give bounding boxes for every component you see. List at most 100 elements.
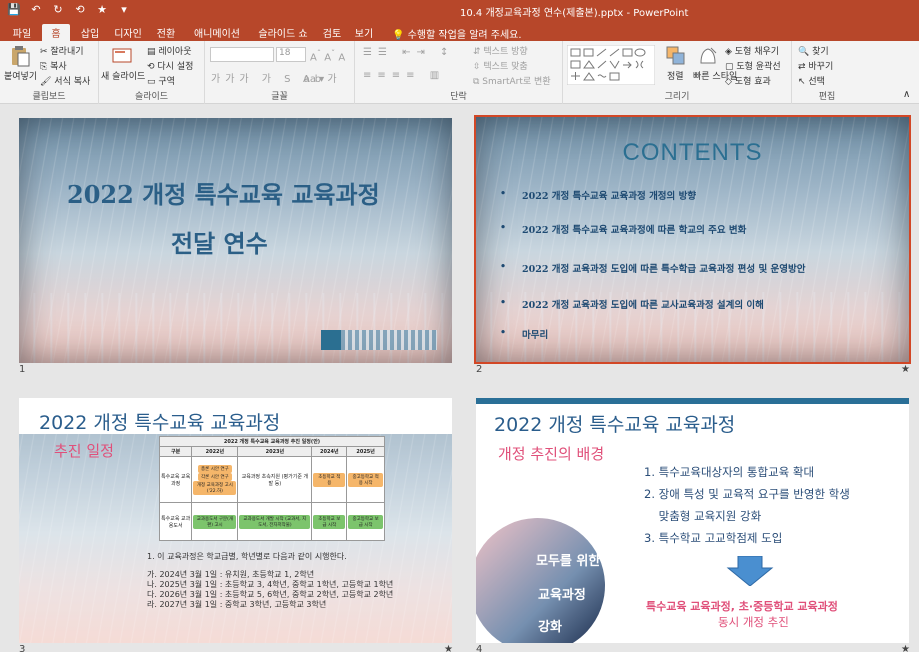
- implementation-notes: 1. 이 교육과정은 학교급별, 학년별로 다음과 같이 시행한다. 가. 20…: [147, 552, 393, 610]
- quick-styles-icon[interactable]: [697, 45, 719, 67]
- tab-file[interactable]: 파일: [8, 24, 36, 41]
- arrange-button[interactable]: 정렬: [667, 69, 684, 82]
- down-arrow-icon: [726, 556, 774, 586]
- shape-effects-button[interactable]: ◇ 도형 효과: [725, 74, 771, 87]
- list-icons[interactable]: ☰☰ ⇤⇥ ↕: [363, 47, 454, 58]
- paste-icon[interactable]: [9, 45, 31, 67]
- table-cell: 교과용도서 개발 시작 (교과서, 지도서, 전자저작물): [237, 502, 313, 541]
- cell-item: 초등학교 보급 시작: [313, 514, 346, 529]
- customize-qat-icon[interactable]: ▾: [116, 3, 132, 16]
- contents-item: 2022 개정 특수교육 교육과정에 따른 학교의 주요 변화: [500, 222, 746, 236]
- layout-button[interactable]: ▤ 레이아웃: [147, 44, 192, 57]
- slide-thumbnail-4[interactable]: 2022 개정 특수교육 교육과정 개정 추진의 배경 모두를 위한 교육과정 …: [476, 398, 909, 643]
- start-from-beginning-icon[interactable]: ⟲: [72, 3, 88, 16]
- smartart-button[interactable]: ⧉ SmartArt로 변환: [473, 74, 551, 87]
- shape-fill-button[interactable]: ◈ 도형 채우기: [725, 44, 779, 57]
- cut-button[interactable]: ✂ 잘라내기: [40, 44, 84, 57]
- find-button[interactable]: 🔍 찾기: [798, 44, 829, 57]
- redo-icon[interactable]: ↻: [50, 3, 66, 16]
- drawing-label: 그리기: [664, 92, 690, 102]
- slide-sorter: 2022 개정 특수교육 교육과정 전달 연수 1 CONTENTS 2022 …: [0, 105, 919, 652]
- note-line: 다. 2026년 3월 1일 : 초등학교 5, 6학년, 중학교 2학년, 고…: [147, 590, 394, 599]
- font-label: 글꼴: [271, 92, 288, 102]
- blurred-logo: [341, 330, 437, 350]
- collapse-ribbon-icon[interactable]: ∧: [903, 89, 910, 100]
- save-icon[interactable]: 💾: [6, 3, 22, 16]
- contents-item: 2022 개정 특수교육 교육과정 개정의 방향: [500, 188, 696, 202]
- group-drawing: 정렬 빠른 스타일 ◈ 도형 채우기 ▢ 도형 윤곽선 ◇ 도형 효과 그리기: [563, 41, 792, 104]
- quick-access-toolbar: 💾 ↶ ↻ ⟲ ★ ▾: [6, 3, 132, 16]
- title-bar: 💾 ↶ ↻ ⟲ ★ ▾ 10.4 개정교육과정 연수(제출본).pptx - P…: [0, 0, 919, 22]
- font-name-select[interactable]: [210, 47, 274, 62]
- tab-animations[interactable]: 애니메이션: [188, 24, 246, 41]
- shape-outline-button[interactable]: ▢ 도형 윤곽선: [725, 59, 781, 72]
- note-line: 가. 2024년 3월 1일 : 유치원, 초등학교 1, 2학년: [147, 570, 315, 579]
- section-button[interactable]: ▭ 구역: [147, 74, 175, 87]
- top-accent-bar: [476, 398, 909, 404]
- cell-item: 각론 시안 연구: [198, 472, 232, 481]
- contents-item: 2022 개정 교육과정 도입에 따른 특수학급 교육과정 편성 및 운영방안: [500, 261, 805, 275]
- slide-number-3: 3: [19, 644, 26, 652]
- note-line: 나. 2025년 3월 1일 : 초등학교 3, 4학년, 중학교 1학년, 고…: [147, 580, 394, 589]
- align-icons[interactable]: ≡≡≡≡ ▥: [363, 70, 445, 81]
- text-direction-button[interactable]: ⇵ 텍스트 방향: [473, 44, 528, 57]
- slide1-title-line2: 전달 연수: [171, 229, 268, 258]
- tab-review[interactable]: 검토: [318, 24, 346, 41]
- group-clipboard: 붙여넣기 ✂ 잘라내기 ⎘ 복사 🖌 서식 복사 클립보드: [0, 41, 99, 104]
- favorite-icon[interactable]: ★: [94, 3, 110, 16]
- slide-number-2: 2: [476, 364, 483, 375]
- slide-thumbnail-2[interactable]: CONTENTS 2022 개정 특수교육 교육과정 개정의 방향 2022 개…: [474, 115, 911, 364]
- select-button[interactable]: ↖ 선택: [798, 74, 825, 87]
- slide-thumbnail-1[interactable]: 2022 개정 특수교육 교육과정 전달 연수: [19, 118, 452, 363]
- slides-label: 슬라이드: [134, 92, 169, 102]
- undo-icon[interactable]: ↶: [28, 3, 44, 16]
- font-color-icons[interactable]: Aa ▾ 가: [303, 70, 337, 85]
- align-text-button[interactable]: ⇳ 텍스트 맞춤: [473, 59, 528, 72]
- table-cell: 총론 시안 연구 각론 시안 연구 개정 교육과정 고시('22.하): [191, 456, 239, 503]
- tab-insert[interactable]: 삽입: [76, 24, 104, 41]
- note-line: 1. 이 교육과정은 학교급별, 학년별로 다음과 같이 시행한다.: [147, 552, 347, 561]
- replace-button[interactable]: ⇄ 바꾸기: [798, 59, 833, 72]
- slide4-title: 2022 개정 특수교육 교육과정: [494, 414, 736, 436]
- table-cell: 중고등학교 적용 시작: [346, 456, 385, 503]
- arrange-icon[interactable]: [665, 45, 687, 67]
- cell-item: 총론 시안 연구: [198, 464, 232, 473]
- table-header: 2022년: [191, 446, 239, 457]
- table-header: 2025년: [346, 446, 385, 457]
- paste-button[interactable]: 붙여넣기: [4, 69, 37, 82]
- contents-heading: CONTENTS: [622, 139, 763, 166]
- ribbon-home: 붙여넣기 ✂ 잘라내기 ⎘ 복사 🖌 서식 복사 클립보드 새 슬라이드 ▤ 레…: [0, 41, 919, 104]
- tab-slideshow[interactable]: 슬라이드 쇼: [252, 24, 314, 41]
- tab-transitions[interactable]: 전환: [152, 24, 180, 41]
- transition-star-icon: ★: [444, 644, 453, 652]
- tell-me-box[interactable]: 💡 수행할 작업을 알려 주세요.: [392, 26, 522, 41]
- schedule-table: 2022 개정 특수교육 교육과정 추진 일정(안) 구분 2022년 2023…: [158, 436, 385, 541]
- slide3-subtitle: 추진 일정: [54, 442, 114, 460]
- font-grow-shrink-icons[interactable]: Aˆ Aˇ A: [310, 48, 345, 63]
- table-cell: 중고등학교 보급 시작: [346, 502, 385, 541]
- transition-star-icon: ★: [901, 364, 910, 375]
- list-item: 2. 장애 특성 및 교육적 요구를 반영한 학생: [644, 487, 850, 501]
- reset-button[interactable]: ⟲ 다시 설정: [147, 59, 193, 72]
- slide-number-4: 4: [476, 644, 483, 652]
- slide-number-1: 1: [19, 364, 26, 375]
- tab-home[interactable]: 홈: [42, 24, 70, 41]
- font-size-select[interactable]: 18: [276, 47, 306, 62]
- tab-view[interactable]: 보기: [350, 24, 378, 41]
- cell-item: 중고등학교 적용 시작: [348, 472, 383, 487]
- table-cell: 초등학교 적용: [311, 456, 348, 503]
- cell-item: 초등학교 적용: [313, 472, 346, 487]
- format-painter-button[interactable]: 🖌 서식 복사: [40, 74, 90, 87]
- tab-design[interactable]: 디자인: [110, 24, 146, 41]
- new-slide-button[interactable]: 새 슬라이드: [101, 69, 145, 82]
- cell-item: 교과용도서 구분(개편) 고시: [193, 514, 237, 529]
- lightbulb-icon: 💡: [392, 30, 405, 41]
- list-item: 맞춤형 교육지원 강화: [644, 509, 762, 523]
- new-slide-icon[interactable]: [111, 45, 133, 67]
- copy-button[interactable]: ⎘ 복사: [40, 59, 67, 72]
- table-header: 구분: [158, 446, 193, 457]
- group-paragraph: ☰☰ ⇤⇥ ↕ ≡≡≡≡ ▥ ⇵ 텍스트 방향 ⇳ 텍스트 맞춤 ⧉ Smart…: [355, 41, 563, 104]
- slide-thumbnail-3[interactable]: 2022 개정 특수교육 교육과정 추진 일정 2022 개정 특수교육 교육과…: [19, 398, 452, 643]
- slide4-footer-line2: 동시 개정 추진: [718, 615, 789, 629]
- shapes-gallery[interactable]: [567, 45, 655, 85]
